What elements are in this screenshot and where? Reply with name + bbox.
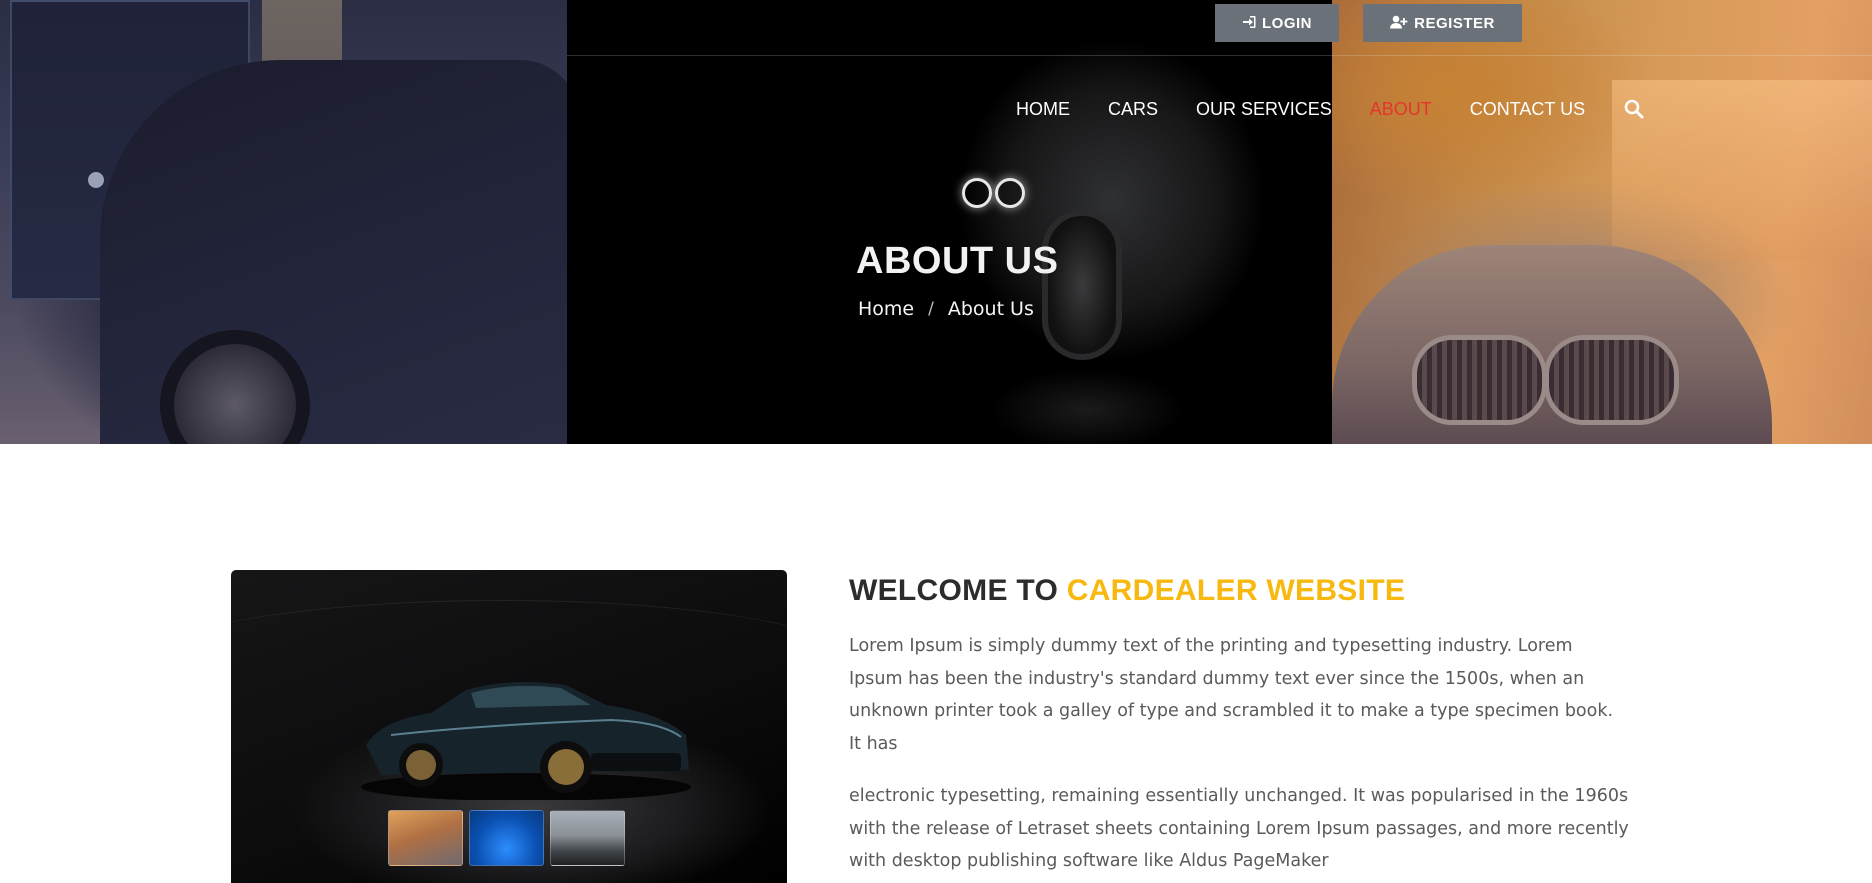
welcome-heading-accent: CARDEALER WEBSITE <box>1066 574 1406 607</box>
breadcrumb-current: About Us <box>947 298 1034 320</box>
car-hood-image <box>1332 245 1772 444</box>
hero-banner: LOGIN REGISTER HOME CARS OUR SERVICES AB… <box>0 0 1872 444</box>
page-title: ABOUT US <box>856 240 1059 282</box>
main-navigation: HOME CARS OUR SERVICES ABOUT CONTACT US <box>1016 96 1645 122</box>
nav-item-contact-us[interactable]: CONTACT US <box>1470 99 1585 120</box>
headlight-image <box>995 178 1025 208</box>
login-label: LOGIN <box>1262 14 1312 32</box>
welcome-paragraph-1: Lorem Ipsum is simply dummy text of the … <box>849 636 1614 754</box>
gallery-thumbnail[interactable] <box>388 810 463 866</box>
register-button[interactable]: REGISTER <box>1363 4 1522 42</box>
gallery-thumbnails <box>388 810 625 866</box>
grille-image <box>1412 335 1547 425</box>
grille-image <box>1544 335 1679 425</box>
hero-background-center <box>567 0 1332 444</box>
welcome-heading: WELCOME TO CARDEALER WEBSITE <box>849 574 1405 608</box>
header-divider <box>567 55 1872 56</box>
sign-in-icon <box>1242 15 1256 32</box>
register-label: REGISTER <box>1414 14 1495 32</box>
gallery-thumbnail[interactable] <box>550 810 625 866</box>
user-plus-icon <box>1390 15 1408 32</box>
car-image-gallery <box>231 570 787 883</box>
hero-background-left <box>0 0 580 444</box>
welcome-heading-prefix: WELCOME TO <box>849 574 1067 607</box>
breadcrumb-home-link[interactable]: Home <box>858 298 914 320</box>
front-wheel-image <box>1042 210 1122 360</box>
search-icon[interactable] <box>1623 98 1645 120</box>
nav-item-home[interactable]: HOME <box>1016 99 1070 120</box>
nav-item-cars[interactable]: CARS <box>1108 99 1158 120</box>
featured-car-image <box>361 681 691 800</box>
headlight-image <box>962 178 992 208</box>
breadcrumb: Home / About Us <box>858 298 1034 320</box>
login-button[interactable]: LOGIN <box>1215 4 1339 42</box>
gallery-thumbnail[interactable] <box>469 810 544 866</box>
wall-image <box>1612 80 1872 260</box>
nav-item-our-services[interactable]: OUR SERVICES <box>1196 99 1332 120</box>
breadcrumb-separator: / <box>928 299 934 319</box>
nav-item-about[interactable]: ABOUT <box>1370 99 1432 120</box>
hero-background-right <box>1332 0 1872 444</box>
welcome-paragraph-2: electronic typesetting, remaining essent… <box>849 786 1629 871</box>
